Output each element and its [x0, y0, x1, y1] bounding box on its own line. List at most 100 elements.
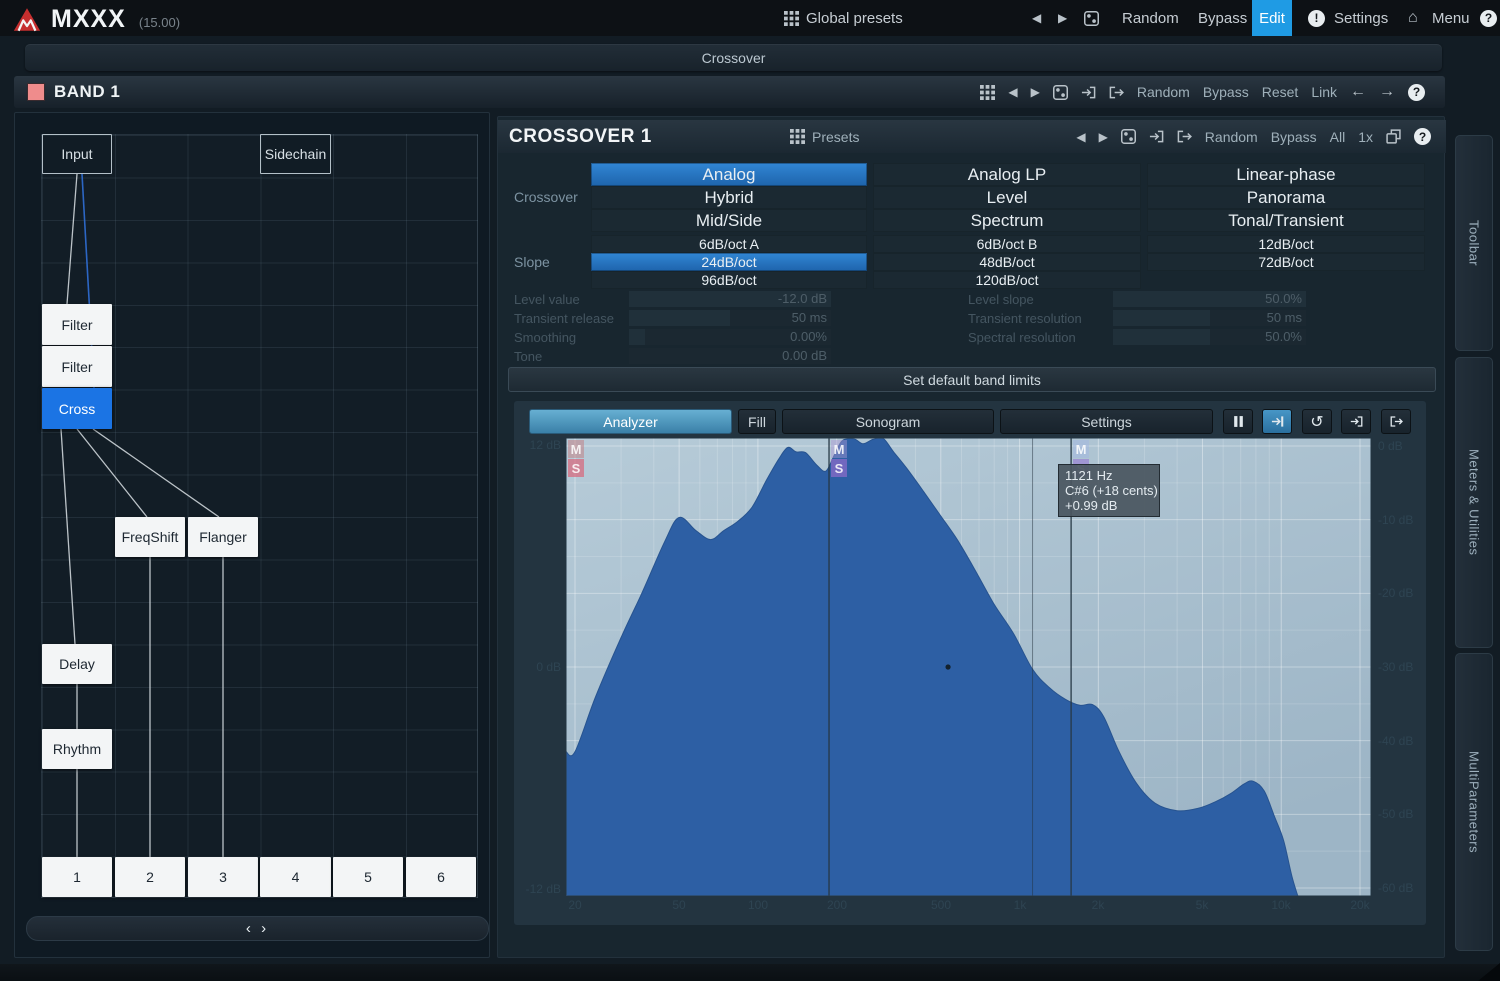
side-tab-toolbar[interactable]: Toolbar [1455, 135, 1493, 351]
param-value: 0.00% [790, 329, 827, 345]
slope-option[interactable]: 6dB/oct B [873, 235, 1141, 253]
crossover-type-option[interactable]: Spectrum [873, 209, 1141, 232]
tooltip-note: C#6 (+18 cents) [1065, 483, 1153, 498]
slope-option[interactable]: 6dB/oct A [591, 235, 867, 253]
import-icon[interactable] [1081, 85, 1096, 100]
dice-icon[interactable] [1053, 85, 1068, 100]
param-label: Level value [514, 291, 580, 308]
home-button[interactable]: ⌂ [1408, 0, 1418, 36]
mute-badge-band-3[interactable]: M [1073, 440, 1089, 458]
band-reset-button[interactable]: Reset [1262, 84, 1299, 100]
help-button[interactable]: ? [1480, 0, 1497, 36]
prev-preset-button[interactable]: ◀ [1032, 0, 1041, 36]
param-slider[interactable]: 50 ms [1113, 310, 1306, 326]
mute-badge-band-1[interactable]: M [568, 440, 584, 458]
side-tab-multiparameters[interactable]: MultiParameters [1455, 653, 1493, 951]
param-slider[interactable]: 0.00% [629, 329, 831, 345]
crossover-type-option[interactable]: Mid/Side [591, 209, 867, 232]
node-filter[interactable]: Filter [42, 304, 112, 345]
node-cross[interactable]: Cross [42, 388, 112, 429]
crossover-type-option[interactable]: Panorama [1147, 186, 1425, 209]
next-icon[interactable]: ▶ [1031, 85, 1040, 99]
back-icon[interactable]: ← [1350, 83, 1366, 101]
bottom-bar [0, 964, 1500, 981]
param-value: 50 ms [792, 310, 827, 326]
node-5[interactable]: 5 [333, 857, 403, 897]
app-title: MXXX [51, 5, 126, 34]
param-slider[interactable]: 0.00 dB [629, 348, 831, 364]
slope-option[interactable]: 12dB/oct [1147, 235, 1425, 253]
slope-option[interactable]: 48dB/oct [873, 253, 1141, 271]
node-input[interactable]: Input [42, 134, 112, 174]
graph-horizontal-scrollbar[interactable]: ‹ › [26, 916, 489, 941]
menu-button[interactable]: Menu [1432, 0, 1470, 36]
node-filter[interactable]: Filter [42, 346, 112, 387]
forward-icon[interactable]: → [1379, 83, 1395, 101]
bypass-button[interactable]: Bypass [1198, 0, 1247, 36]
edit-button[interactable]: Edit [1252, 0, 1292, 36]
app-logo: MXXX (15.00) [12, 5, 180, 34]
band-random-button[interactable]: Random [1137, 84, 1190, 100]
settings-button[interactable]: Settings [1334, 0, 1388, 36]
routing-nodes: InputSidechainFilterFilterCrossFreqShift… [15, 113, 491, 913]
random-button[interactable]: Random [1122, 0, 1179, 36]
crossover-type-option[interactable]: Linear-phase [1147, 163, 1425, 186]
title-bar: MXXX (15.00) Global presets ◀ ▶ Random B… [0, 0, 1500, 36]
band-help-icon[interactable]: ? [1408, 84, 1425, 101]
mxxx-plugin-window: MXXX (15.00) Global presets ◀ ▶ Random B… [0, 0, 1500, 981]
param-slider[interactable]: 50.0% [1113, 291, 1306, 307]
crossover-type-option[interactable]: Level [873, 186, 1141, 209]
side-tab-meters-utilities[interactable]: Meters & Utilities [1455, 357, 1493, 648]
node-flanger[interactable]: Flanger [188, 517, 258, 557]
app-version: (15.00) [139, 15, 180, 30]
next-preset-button[interactable]: ▶ [1058, 0, 1067, 36]
node-2[interactable]: 2 [115, 857, 185, 897]
node-4[interactable]: 4 [260, 857, 331, 897]
param-slider[interactable]: 50.0% [1113, 329, 1306, 345]
band-link-button[interactable]: Link [1311, 84, 1337, 100]
solo-badge-band-2[interactable]: S [831, 459, 847, 477]
crossover-module-tab[interactable]: Crossover [25, 44, 1442, 71]
node-6[interactable]: 6 [406, 857, 476, 897]
node-rhythm[interactable]: Rhythm [42, 729, 112, 769]
next-icon: ▶ [1058, 11, 1067, 25]
crossover-type-option[interactable]: Analog [591, 163, 867, 186]
set-default-band-limits-button[interactable]: Set default band limits [508, 367, 1436, 392]
random-seed-button[interactable] [1084, 0, 1099, 36]
global-presets-label: Global presets [806, 10, 903, 27]
node-3[interactable]: 3 [188, 857, 258, 897]
analyzer-panel: AnalyzerFillSonogramSettings ↺ 12 dB0 dB… [514, 401, 1426, 925]
resize-grip[interactable] [1478, 963, 1500, 981]
crossover-type-option[interactable]: Hybrid [591, 186, 867, 209]
slope-option[interactable]: 72dB/oct [1147, 253, 1425, 271]
alert-icon: ! [1308, 10, 1325, 27]
solo-badge-band-1[interactable]: S [568, 459, 584, 477]
crossover-panel: CROSSOVER 1 Presets ◀ ▶ Random Bypass Al… [497, 116, 1445, 958]
mute-badge-band-2[interactable]: M [831, 440, 847, 458]
node-freqshift[interactable]: FreqShift [115, 517, 185, 557]
band-color-swatch[interactable] [27, 83, 45, 101]
node-1[interactable]: 1 [42, 857, 112, 897]
routing-graph-panel: InputSidechainFilterFilterCrossFreqShift… [14, 112, 490, 958]
export-icon[interactable] [1109, 85, 1124, 100]
param-label: Transient resolution [968, 310, 1082, 327]
param-slider[interactable]: -12.0 dB [629, 291, 831, 307]
node-delay[interactable]: Delay [42, 644, 112, 684]
node-sidechain[interactable]: Sidechain [260, 134, 331, 174]
param-value: 50 ms [1267, 310, 1302, 326]
grid-icon[interactable] [980, 85, 995, 100]
prev-icon[interactable]: ◀ [1008, 85, 1017, 99]
global-presets-button[interactable]: Global presets [784, 0, 903, 36]
band-title: BAND 1 [54, 82, 120, 102]
band-bypass-button[interactable]: Bypass [1203, 84, 1249, 100]
melda-logo-icon [12, 7, 42, 32]
help-icon: ? [1480, 10, 1497, 27]
param-slider[interactable]: 50 ms [629, 310, 831, 326]
param-value: 0.00 dB [782, 348, 827, 364]
alert-button[interactable]: ! [1308, 0, 1325, 36]
crossover-type-option[interactable]: Tonal/Transient [1147, 209, 1425, 232]
slope-option[interactable]: 24dB/oct [591, 253, 867, 271]
param-slider-fill [629, 329, 645, 345]
param-slider-fill [629, 310, 730, 326]
crossover-type-option[interactable]: Analog LP [873, 163, 1141, 186]
